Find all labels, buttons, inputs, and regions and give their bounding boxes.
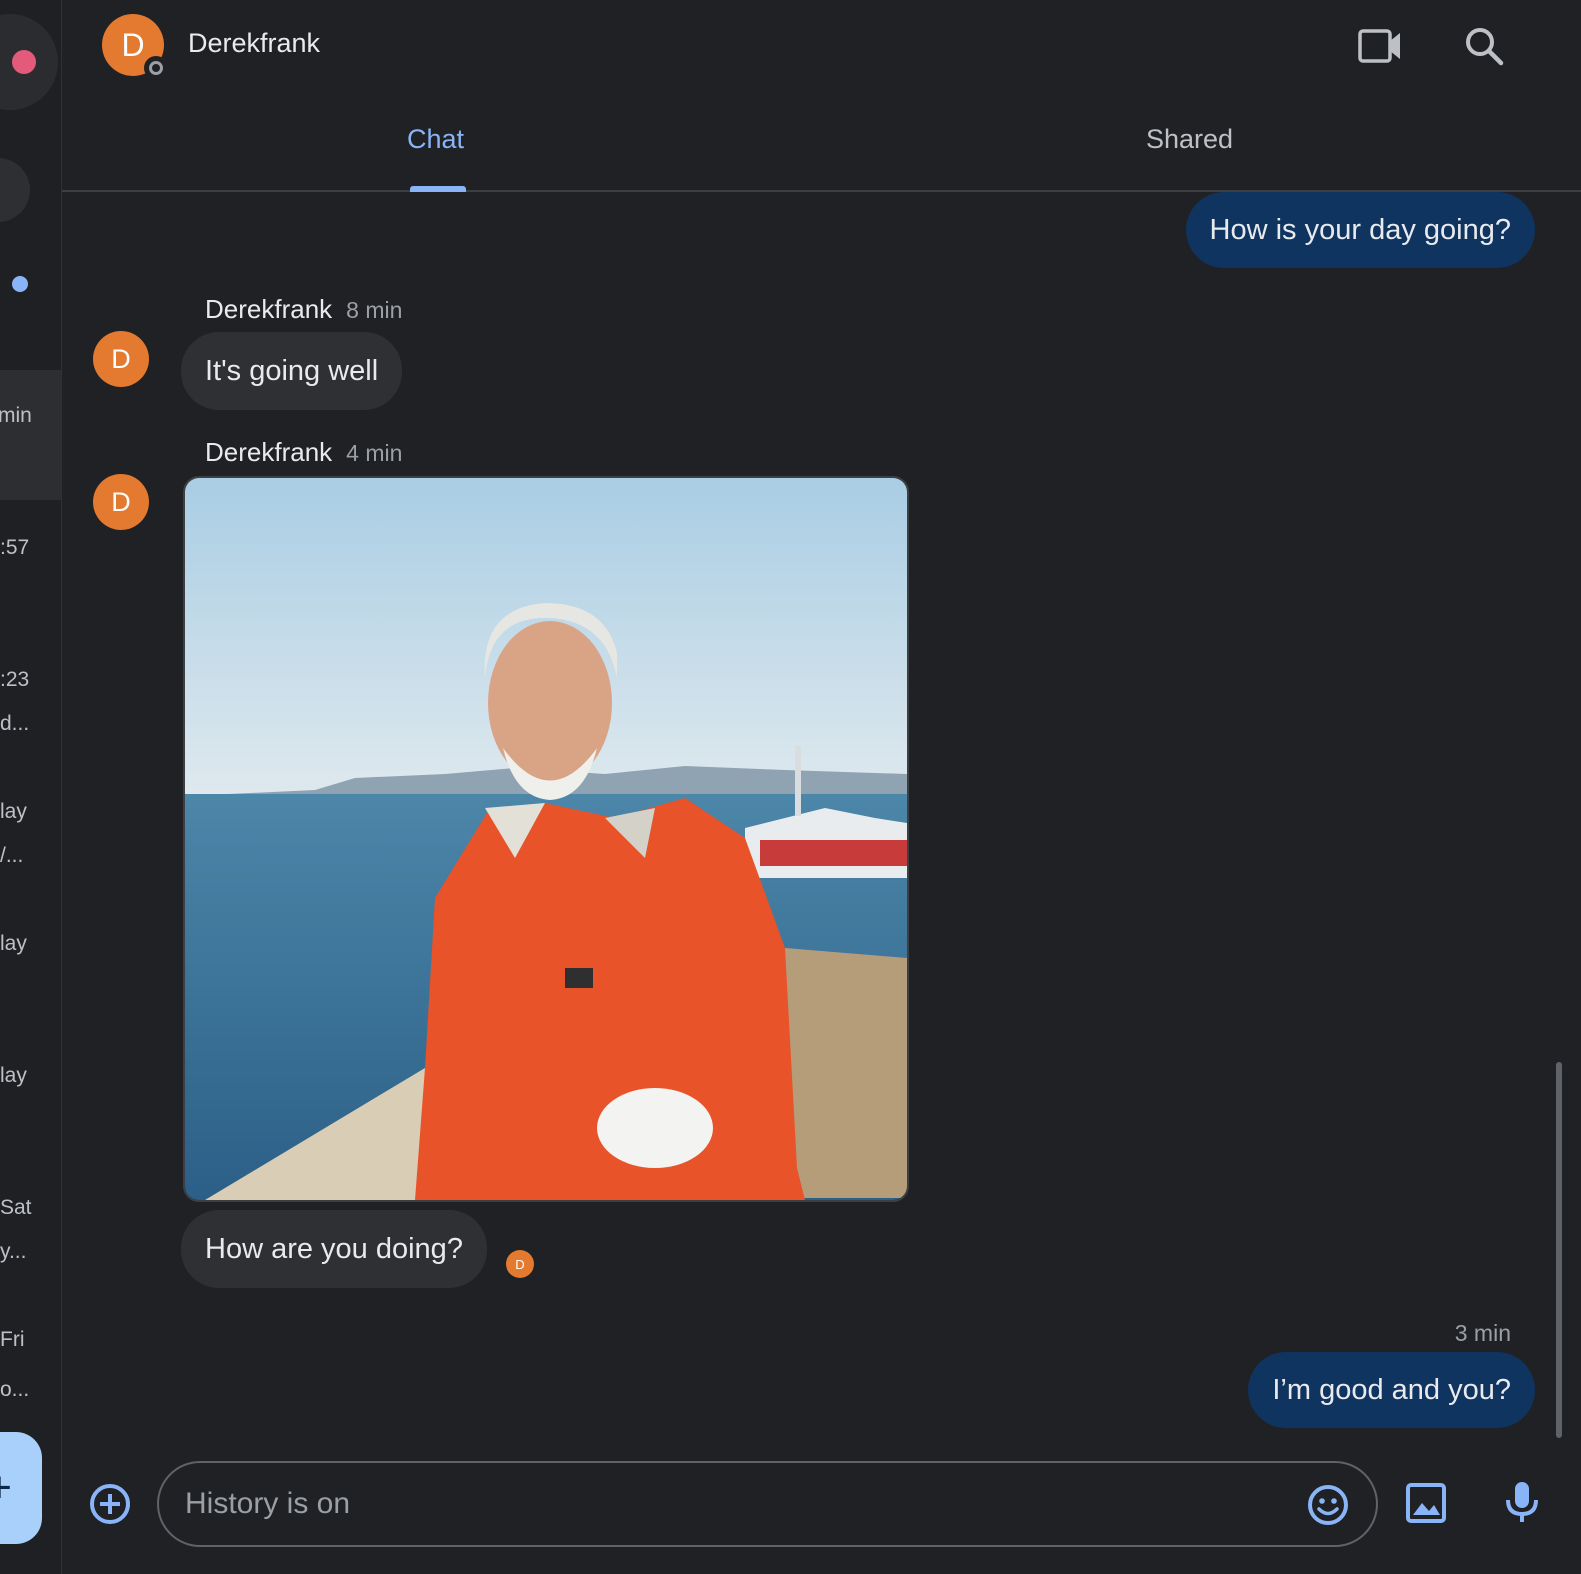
message-time: 8 min: [346, 297, 403, 323]
shared-photo[interactable]: [183, 476, 909, 1202]
rail-item-snippet: y...: [0, 1240, 27, 1263]
sender-name: Derekfrank: [205, 437, 333, 467]
rail-item-snippet: o...: [0, 1378, 30, 1401]
rail-item-time: :57: [0, 536, 30, 559]
emoji-icon[interactable]: [1306, 1483, 1350, 1527]
contact-avatar-initial: D: [121, 26, 145, 63]
outgoing-message[interactable]: How is your day going?: [1185, 192, 1535, 268]
message-time: 4 min: [346, 440, 403, 466]
message-time: 3 min: [1454, 1320, 1511, 1346]
outgoing-message[interactable]: I’m good and you?: [1248, 1352, 1535, 1428]
message-sender: Derekfrank 8 min: [205, 294, 402, 325]
rail-selected-item[interactable]: [0, 370, 61, 500]
contact-avatar[interactable]: D: [102, 14, 168, 80]
search-icon[interactable]: [1460, 22, 1508, 70]
read-receipt-avatar: D: [506, 1250, 534, 1278]
sender-avatar[interactable]: D: [93, 474, 149, 530]
message-input[interactable]: [185, 1463, 1285, 1545]
add-circle-icon[interactable]: [88, 1482, 132, 1526]
new-chat-button[interactable]: +: [0, 1432, 42, 1544]
rail-item-time: Fri: [0, 1328, 25, 1351]
read-receipt-initial: D: [515, 1256, 525, 1272]
incoming-message[interactable]: It's going well: [181, 332, 403, 410]
rail-avatar[interactable]: [0, 14, 58, 110]
active-tab-indicator: [410, 186, 466, 192]
message-sender: Derekfrank 4 min: [205, 437, 402, 468]
sender-avatar[interactable]: D: [93, 331, 149, 387]
rail-item-snippet: d...: [0, 712, 30, 735]
presence-status-icon: [144, 56, 168, 80]
contact-name[interactable]: Derekfrank: [188, 28, 320, 59]
conversation-tabs: Chat Shared: [62, 100, 1581, 192]
rail-item-time: lay: [0, 1064, 27, 1087]
plus-icon: +: [0, 1466, 12, 1510]
sender-name: Derekfrank: [205, 294, 333, 324]
message-scrollbar[interactable]: [1556, 1062, 1562, 1438]
incoming-message[interactable]: How are you doing?: [181, 1210, 487, 1288]
sender-avatar-initial: D: [111, 343, 131, 374]
rail-nav-pill[interactable]: [0, 158, 30, 222]
rail-item-snippet: /...: [0, 844, 24, 867]
sender-avatar-initial: D: [111, 486, 131, 517]
chat-list-rail: min :57 :23 d... lay /... lay lay Sat y.…: [0, 0, 62, 1574]
conversation-header: D Derekfrank: [62, 0, 1581, 100]
rail-item-time: Sat: [0, 1196, 32, 1219]
rail-item-time: :23: [0, 668, 30, 691]
rail-item-time: lay: [0, 800, 27, 823]
message-composer: [157, 1461, 1378, 1547]
microphone-icon[interactable]: [1500, 1480, 1544, 1524]
image-icon[interactable]: [1404, 1481, 1448, 1525]
tab-shared[interactable]: Shared: [1146, 124, 1233, 155]
video-camera-icon[interactable]: [1356, 22, 1404, 70]
unread-dot: [12, 276, 28, 292]
rail-item-time: min: [0, 404, 32, 427]
tab-chat[interactable]: Chat: [407, 124, 464, 155]
rail-item-time: lay: [0, 932, 27, 955]
